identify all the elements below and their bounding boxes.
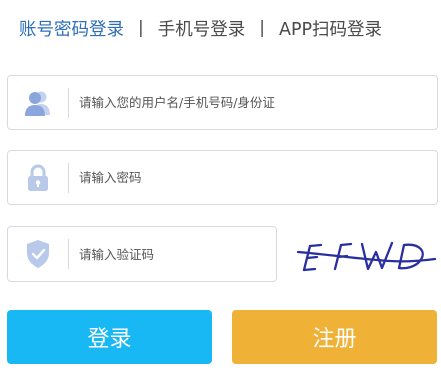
- register-button[interactable]: 注册: [232, 310, 437, 364]
- password-input[interactable]: [69, 151, 437, 204]
- captcha-field-box: [7, 226, 277, 282]
- tab-separator: |: [138, 18, 144, 38]
- login-method-tabs: 账号密码登录 | 手机号登录 | APP扫码登录: [19, 13, 382, 43]
- username-input[interactable]: [69, 76, 437, 129]
- tab-app-scan[interactable]: APP扫码登录: [279, 16, 382, 41]
- tab-separator: |: [259, 18, 265, 38]
- shield-check-icon: [8, 227, 68, 281]
- user-icon: [8, 76, 68, 129]
- password-field-box: [7, 150, 438, 205]
- tab-phone[interactable]: 手机号登录: [158, 16, 246, 41]
- captcha-image[interactable]: [296, 230, 438, 280]
- tab-account-password[interactable]: 账号密码登录: [19, 16, 124, 41]
- username-field-box: [7, 75, 438, 130]
- login-button[interactable]: 登录: [7, 310, 212, 364]
- captcha-input[interactable]: [69, 227, 276, 281]
- lock-icon: [8, 151, 68, 204]
